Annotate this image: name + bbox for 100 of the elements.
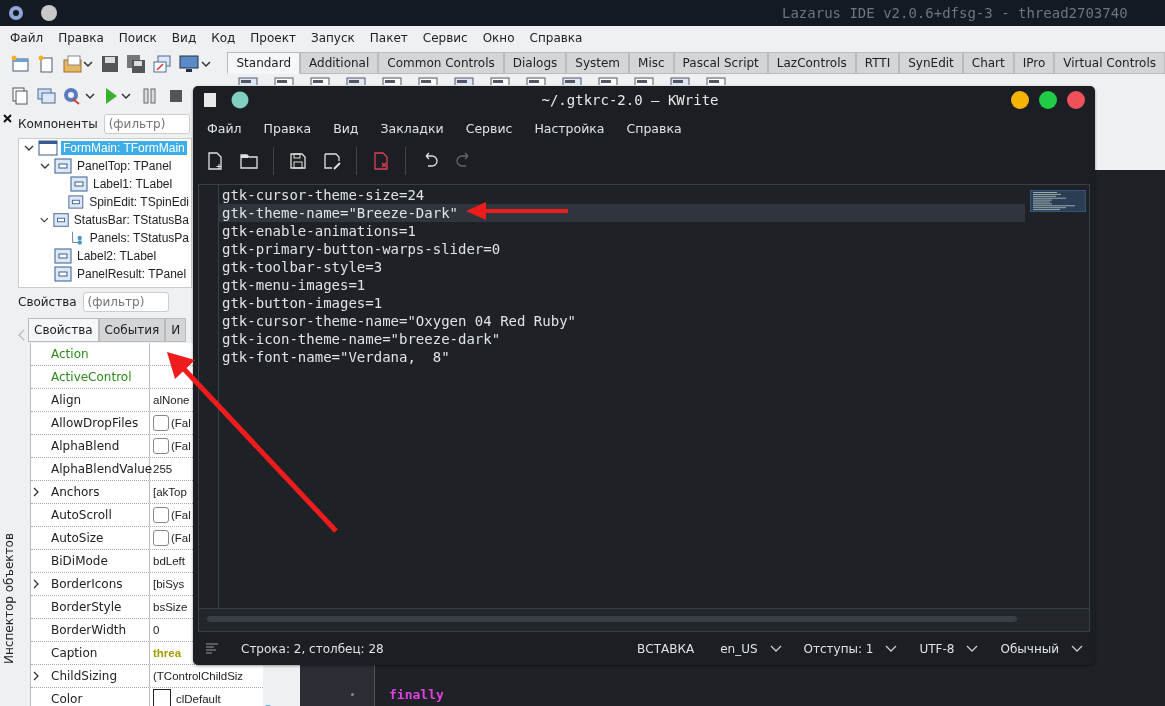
component-icon[interactable] — [669, 76, 692, 85]
palette-tab[interactable]: Misc — [629, 52, 674, 74]
windows-icon[interactable] — [36, 86, 56, 106]
copy-icon[interactable] — [10, 86, 30, 106]
caret-icon[interactable] — [1071, 644, 1083, 653]
component-icon[interactable] — [489, 76, 512, 85]
component-icon[interactable] — [381, 76, 404, 85]
filter-field[interactable]: (фильтр) — [103, 114, 190, 134]
caret-icon[interactable] — [885, 644, 898, 653]
property-value[interactable]: clDefault — [176, 693, 221, 705]
save-icon[interactable] — [288, 151, 308, 171]
document-icon[interactable] — [203, 92, 217, 108]
expander-icon[interactable] — [31, 486, 41, 498]
palette-tab[interactable]: Chart — [962, 52, 1014, 74]
property-value[interactable]: (Fal — [171, 440, 191, 452]
save-all-icon[interactable] — [126, 54, 146, 74]
close-document-icon[interactable] — [371, 151, 391, 171]
new-document-icon[interactable] — [205, 151, 225, 171]
palette-tab[interactable]: LazControls — [767, 52, 856, 74]
palette-tab[interactable]: RTTI — [855, 52, 900, 74]
checkbox[interactable] — [153, 438, 169, 454]
property-value[interactable]: 255 — [153, 463, 173, 475]
maximize-button[interactable] — [1039, 91, 1057, 109]
palette-tab[interactable]: System — [566, 52, 630, 74]
menu-item[interactable]: Правка — [263, 120, 312, 136]
component-icon[interactable] — [597, 76, 620, 85]
menu-item[interactable]: Закладки — [380, 120, 444, 136]
checkbox[interactable] — [153, 415, 169, 431]
menu-item[interactable]: Справка — [626, 120, 682, 136]
component-icon[interactable] — [705, 76, 728, 85]
tree-item[interactable]: Label1: TLabel — [91, 177, 175, 191]
component-icon[interactable] — [237, 76, 260, 85]
property-value[interactable]: bsSize — [153, 601, 188, 613]
component-icon[interactable] — [417, 76, 440, 85]
component-icon[interactable] — [309, 76, 332, 85]
close-icon[interactable] — [3, 114, 12, 123]
expander-icon[interactable] — [31, 578, 41, 590]
menu-item[interactable]: Пакет — [369, 31, 408, 45]
menu-item[interactable]: Сервис — [465, 120, 513, 136]
palette-tab[interactable]: SynEdit — [899, 52, 963, 74]
menu-item[interactable]: Проект — [250, 31, 296, 45]
property-value[interactable]: (Fal — [171, 417, 191, 429]
property-value[interactable]: [biSys — [153, 578, 185, 590]
property-value[interactable]: (Fal — [171, 532, 191, 544]
tree-item[interactable]: StatusBar: TStatusBa — [71, 213, 191, 227]
filter-field[interactable]: (фильтр) — [82, 292, 169, 312]
inspector-tab[interactable]: События — [98, 318, 166, 342]
menu-item[interactable]: Вид — [171, 31, 197, 45]
palette-tab[interactable]: Pascal Script — [673, 52, 768, 74]
property-value[interactable]: (Fal — [171, 509, 191, 521]
status-dropdown[interactable]: UTF-8 — [919, 641, 979, 656]
property-value[interactable]: alNone — [153, 394, 190, 406]
expander-icon[interactable] — [31, 670, 41, 682]
component-icon[interactable] — [561, 76, 584, 85]
minimize-button[interactable] — [1011, 91, 1029, 109]
palette-tab[interactable]: Dialogs — [503, 52, 567, 74]
component-icon[interactable] — [633, 76, 656, 85]
circle-icon[interactable] — [40, 4, 58, 22]
menu-item[interactable]: Сервис — [422, 31, 468, 45]
close-button[interactable] — [1067, 91, 1085, 109]
tree-item[interactable]: Panels: TStatusPa — [87, 231, 191, 245]
inspector-tab[interactable]: Свойства — [28, 318, 99, 342]
status-dropdown[interactable]: Обычный — [1000, 641, 1083, 656]
menu-item[interactable]: Настройка — [534, 120, 605, 136]
inspector-tab[interactable]: И — [165, 318, 187, 342]
align-icon[interactable] — [205, 642, 219, 655]
component-icon[interactable] — [273, 76, 296, 85]
status-dropdown[interactable]: Отступы: 1 — [803, 641, 898, 656]
window-toggle-icon[interactable] — [152, 54, 172, 74]
menu-item[interactable]: Справка — [529, 31, 583, 45]
menu-item[interactable]: Вид — [333, 120, 359, 136]
tree-item[interactable]: SpinEdit: TSpinEdi — [87, 195, 191, 209]
tree-item[interactable]: Label2: TLabel — [75, 249, 159, 263]
scrollbar[interactable] — [199, 608, 1089, 631]
menu-item[interactable]: Код — [211, 31, 236, 45]
menu-item[interactable]: Правка — [58, 31, 104, 45]
component-icon[interactable] — [453, 76, 476, 85]
minimap-drawing[interactable] — [1030, 190, 1086, 212]
circle-icon[interactable] — [231, 91, 249, 109]
menu-item[interactable]: Поиск — [118, 31, 157, 45]
palette-tab[interactable]: Additional — [300, 52, 379, 74]
menu-item[interactable]: Файл — [207, 120, 242, 136]
new-form-icon[interactable] — [10, 54, 30, 74]
menu-item[interactable]: Окно — [482, 31, 515, 45]
component-icon[interactable] — [345, 76, 368, 85]
palette-tab[interactable]: Common Controls — [378, 52, 504, 74]
property-value[interactable]: (TControlChildSiz — [153, 670, 244, 682]
tree-item[interactable]: PanelTop: TPanel — [75, 159, 174, 173]
folder-icon[interactable] — [239, 151, 259, 171]
status-dropdown[interactable]: en_US — [720, 641, 782, 656]
checkbox[interactable] — [153, 507, 169, 523]
palette-tab[interactable]: Virtual Controls — [1054, 52, 1165, 74]
monitor-icon[interactable] — [178, 54, 212, 74]
save-icon[interactable] — [100, 54, 120, 74]
component-icon[interactable] — [525, 76, 548, 85]
menu-item[interactable]: Файл — [10, 31, 44, 45]
checkbox[interactable] — [153, 530, 169, 546]
scroll-thumb[interactable] — [207, 616, 1017, 622]
property-value[interactable]: bdLeft — [153, 555, 185, 567]
caret-icon[interactable] — [769, 644, 782, 653]
